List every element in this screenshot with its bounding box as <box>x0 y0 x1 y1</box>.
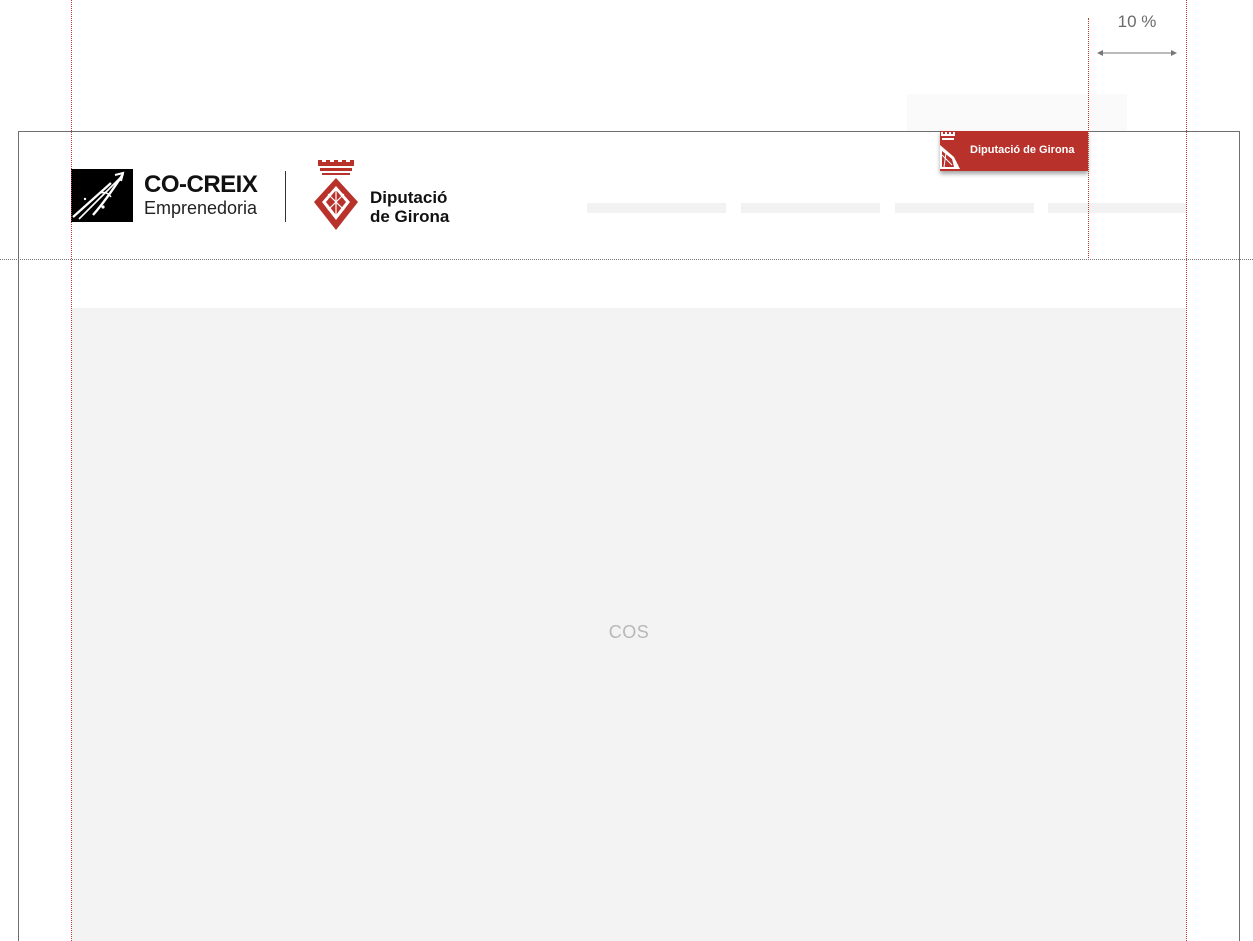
ribbon-label: Diputació de Girona <box>970 144 1075 156</box>
double-arrow-icon <box>1097 50 1177 56</box>
diputacio-ribbon[interactable]: Diputació de Girona <box>940 131 1088 171</box>
ribbon-edge-guide <box>1088 18 1089 258</box>
cocreix-name: CO-CREIX <box>144 170 258 198</box>
body-area: COS <box>72 308 1186 941</box>
header-bottom-guide <box>0 259 1253 260</box>
right-margin-guide <box>1186 0 1187 941</box>
measure-label: 10 % <box>1117 12 1157 31</box>
body-label: COS <box>608 622 650 642</box>
nav-placeholder-3[interactable] <box>895 203 1034 213</box>
arrow-stroke-logo-icon <box>71 169 133 222</box>
nav-placeholder-2[interactable] <box>741 203 880 213</box>
diputacio-line2: de Girona <box>370 207 450 226</box>
wireframe-canvas: COS CO-CREIX Emprenedoria Diputació de G… <box>0 0 1253 941</box>
left-margin-guide <box>71 0 72 941</box>
diputacio-logo[interactable]: Diputació de Girona <box>310 160 449 232</box>
nav-placeholder-1[interactable] <box>587 203 726 213</box>
cocreix-subtitle: Emprenedoria <box>144 197 258 218</box>
cocreix-logo[interactable]: CO-CREIX Emprenedoria <box>71 169 258 222</box>
logo-divider <box>285 171 286 222</box>
ribbon-crest-icon <box>940 132 960 169</box>
diputacio-line1: Diputació <box>370 188 448 207</box>
nav-placeholder-4[interactable] <box>1048 203 1186 213</box>
crowned-crest-icon <box>310 160 362 232</box>
